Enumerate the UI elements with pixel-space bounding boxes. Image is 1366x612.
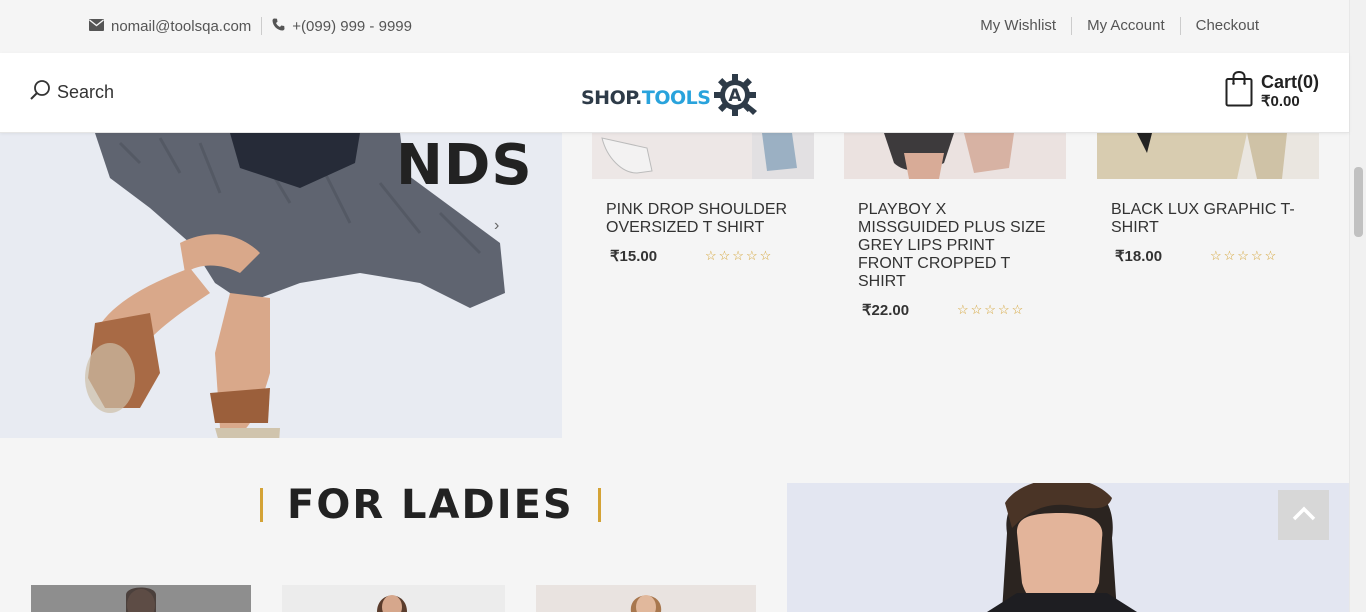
logo-text-shop: SHOP. [581,86,642,109]
scrollbar-thumb[interactable] [1354,167,1363,237]
hero-banner[interactable]: NDS › [0,133,562,438]
product-meta: ₹18.00 ☆☆☆☆☆ [1115,247,1319,265]
main-header: Search SHOP. TOOLS A Cart(0) ₹0.00 [0,53,1349,133]
product-meta: ₹15.00 ☆☆☆☆☆ [610,247,814,265]
cart-count: Cart(0) [1260,71,1319,92]
back-to-top-button[interactable] [1278,490,1329,540]
product-image[interactable] [844,133,1066,179]
email-contact[interactable]: nomail@toolsqa.com [89,18,251,35]
heading-accent-bar [260,488,263,522]
product-card[interactable]: PLAYBOY X MISSGUIDED PLUS SIZE GREY LIPS… [844,133,1066,319]
hero-headline: NDS [396,133,533,198]
logo-text-tools: TOOLS [641,86,711,109]
logo-letter: A [729,86,743,106]
gear-icon: A [710,73,759,122]
top-bar: nomail@toolsqa.com +(099) 999 - 9999 My … [0,0,1349,53]
section-heading: FOR LADIES [260,482,601,528]
product-thumbnail[interactable] [31,585,251,612]
phone-icon [272,18,285,35]
site-logo[interactable]: SHOP. TOOLS A [581,73,759,122]
envelope-icon [89,18,104,35]
product-image[interactable] [592,133,814,179]
cart-summary: Cart(0) ₹0.00 [1261,72,1319,112]
email-text: nomail@toolsqa.com [111,17,252,35]
men-promo-banner[interactable] [787,483,1349,612]
product-name[interactable]: PLAYBOY X MISSGUIDED PLUS SIZE GREY LIPS… [858,201,1052,291]
product-card[interactable]: BLACK LUX GRAPHIC T-SHIRT ₹18.00 ☆☆☆☆☆ [1097,133,1319,265]
chevron-up-icon [1292,505,1316,526]
product-price: ₹22.00 [862,302,910,319]
chevron-right-icon[interactable]: › [494,217,499,235]
product-card[interactable]: PINK DROP SHOULDER OVERSIZED T SHIRT ₹15… [592,133,814,265]
account-links: My Wishlist My Account Checkout [965,17,1259,35]
phone-contact[interactable]: +(099) 999 - 9999 [272,18,412,35]
star-rating-icon: ☆☆☆☆☆ [957,302,1026,317]
search-icon [30,79,57,105]
search-button[interactable]: Search [30,79,114,105]
product-price: ₹15.00 [610,248,658,265]
product-name[interactable]: BLACK LUX GRAPHIC T-SHIRT [1111,201,1305,237]
cart-button[interactable]: Cart(0) ₹0.00 [1225,70,1319,112]
checkout-link[interactable]: Checkout [1179,17,1259,35]
product-thumbnail[interactable] [282,585,505,612]
product-meta: ₹22.00 ☆☆☆☆☆ [862,301,1066,319]
shopping-bag-icon [1225,70,1253,112]
cart-total: ₹0.00 [1260,92,1300,110]
promo-model-image [787,483,1349,612]
product-thumbnail[interactable] [536,585,756,612]
product-name[interactable]: PINK DROP SHOULDER OVERSIZED T SHIRT [606,201,800,237]
search-label: Search [57,81,115,102]
star-rating-icon: ☆☆☆☆☆ [705,248,774,263]
product-image[interactable] [1097,133,1319,179]
page-scrollbar[interactable] [1349,0,1366,612]
star-rating-icon: ☆☆☆☆☆ [1210,248,1279,263]
contact-info: nomail@toolsqa.com +(099) 999 - 9999 [89,17,412,35]
divider [261,17,263,35]
page: nomail@toolsqa.com +(099) 999 - 9999 My … [0,0,1366,612]
product-price: ₹18.00 [1115,248,1163,265]
heading-accent-bar [597,488,601,522]
phone-text: +(099) 999 - 9999 [292,17,412,35]
wishlist-link[interactable]: My Wishlist [965,17,1071,35]
my-account-link[interactable]: My Account [1071,17,1180,35]
section-title: FOR LADIES [287,482,574,528]
